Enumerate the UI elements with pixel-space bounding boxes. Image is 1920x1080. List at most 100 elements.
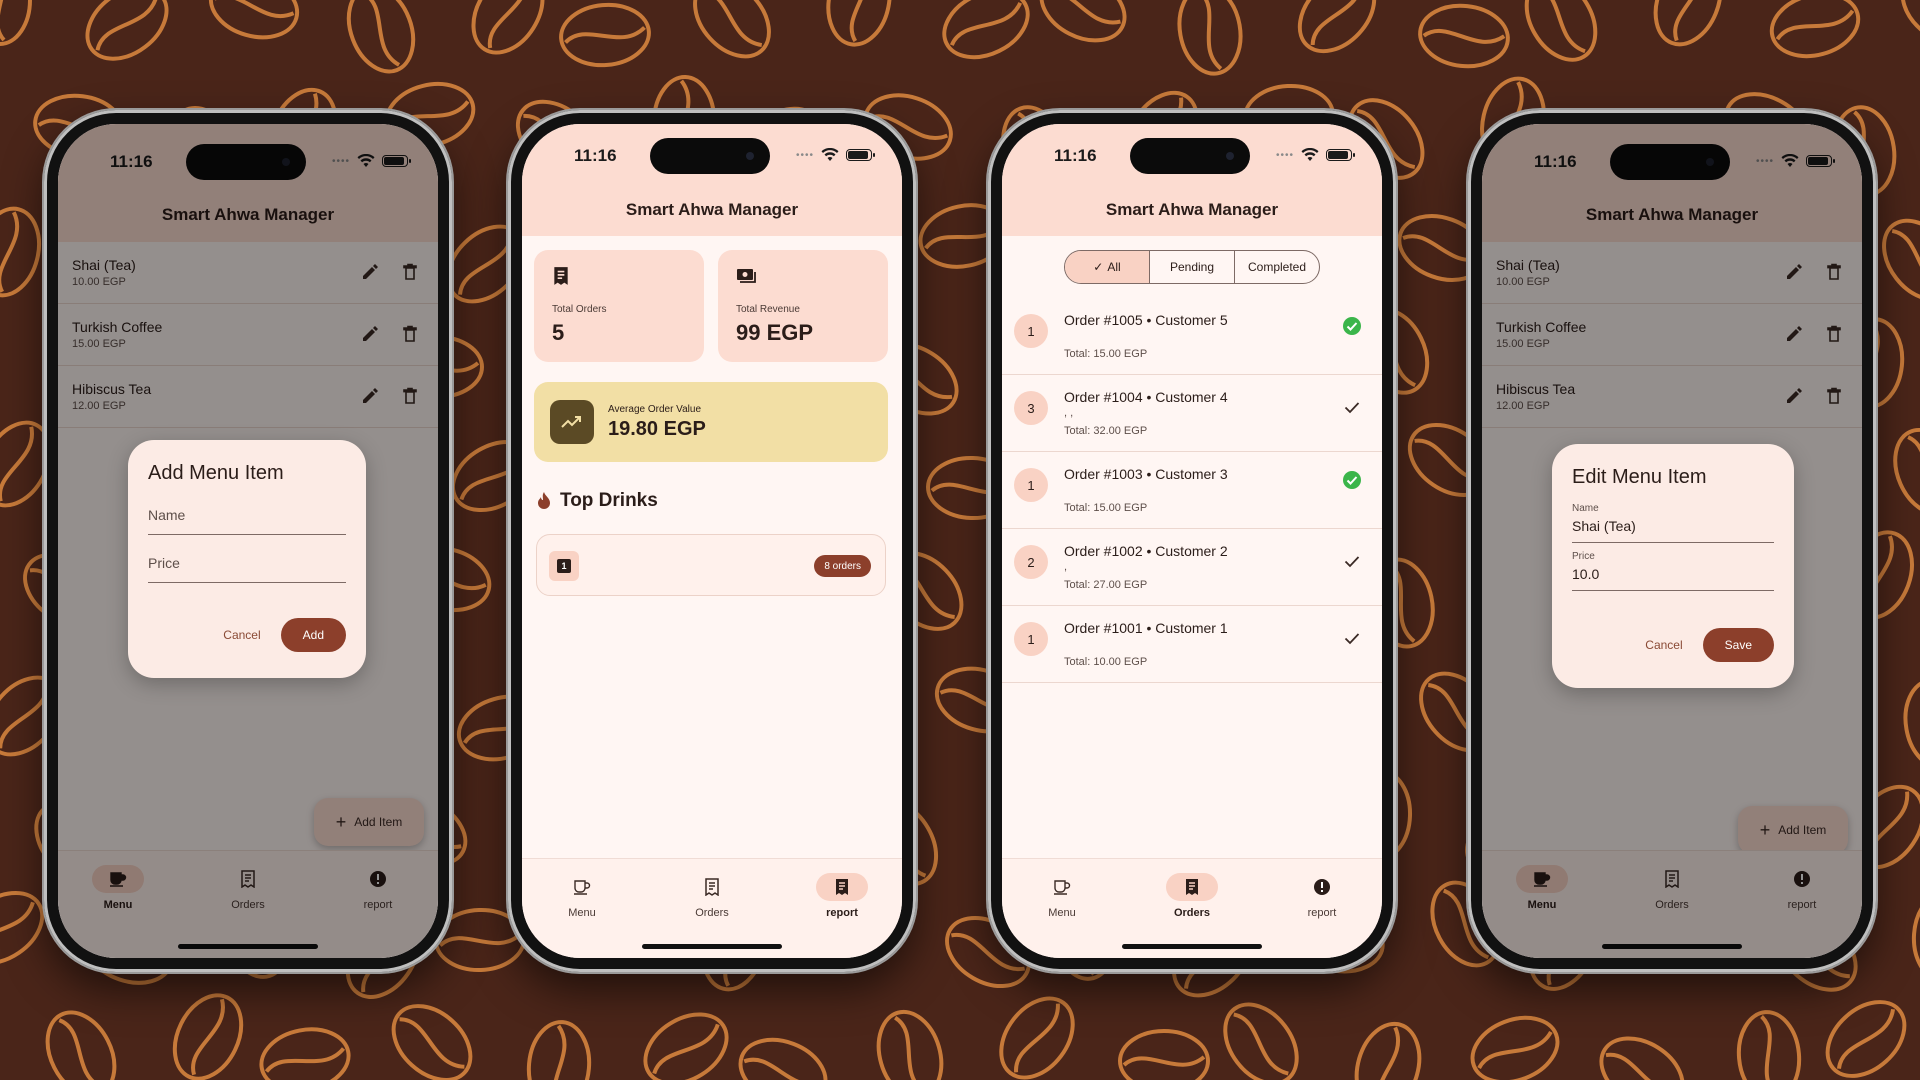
- nav-orders[interactable]: Orders: [193, 865, 303, 911]
- nav-report[interactable]: report: [1267, 873, 1377, 919]
- wifi-icon: [357, 154, 375, 167]
- dynamic-island: [186, 144, 306, 180]
- total-orders-card: Total Orders 5: [534, 250, 704, 362]
- battery-icon: [846, 149, 875, 161]
- filter-all[interactable]: ✓ All: [1065, 251, 1150, 283]
- coffee-bean-84: [1880, 417, 1920, 527]
- order-total: Total: 32.00 EGP: [1064, 425, 1148, 437]
- bottom-nav: Menu Orders report: [1002, 858, 1382, 958]
- coffee-bean-154: [162, 984, 255, 1080]
- nav-orders[interactable]: Orders: [657, 873, 767, 919]
- mark-complete-check-icon[interactable]: [1342, 397, 1362, 417]
- nav-label: Menu: [568, 907, 596, 919]
- nav-orders[interactable]: Orders: [1137, 873, 1247, 919]
- orders-list: 1 Order #1005 • Customer 5 Total: 15.00 EG…: [1002, 298, 1382, 683]
- top-drink-item[interactable]: 1 8 orders: [536, 534, 886, 596]
- edit-icon[interactable]: [360, 386, 380, 406]
- edit-icon[interactable]: [1784, 324, 1804, 344]
- phone-menu-add: Smart Ahwa Manager 11:16 •••• Shai (Tea)…: [44, 110, 452, 972]
- filter-completed[interactable]: Completed: [1235, 251, 1319, 283]
- nav-label: Orders: [695, 907, 729, 919]
- delete-icon[interactable]: [400, 324, 420, 344]
- app-title: Smart Ahwa Manager: [625, 200, 799, 219]
- nav-label: report: [1307, 907, 1337, 919]
- mark-complete-check-icon[interactable]: [1342, 628, 1362, 648]
- coffee-cup-icon: [556, 873, 608, 901]
- order-row[interactable]: 1 Order #1001 • Customer 1 Total: 10.00 EG…: [1002, 606, 1382, 683]
- add-item-fab[interactable]: + Add Item: [314, 798, 424, 846]
- nav-report[interactable]: report: [323, 865, 433, 911]
- order-row[interactable]: 2 Order #1002 • Customer 2, Total: 27.00 E…: [1002, 529, 1382, 606]
- name-input[interactable]: Name: [148, 501, 346, 535]
- coffee-bean-50: [1867, 204, 1920, 316]
- nav-menu[interactable]: Menu: [63, 865, 173, 911]
- home-indicator: [178, 944, 318, 949]
- completed-check-icon[interactable]: [1342, 470, 1362, 490]
- add-item-fab[interactable]: + Add Item: [1738, 806, 1848, 854]
- edit-icon[interactable]: [360, 262, 380, 282]
- total-revenue-label: Total Revenue: [736, 304, 800, 315]
- edit-icon[interactable]: [360, 324, 380, 344]
- menu-item-row[interactable]: Shai (Tea) 10.00 EGP: [1482, 242, 1862, 304]
- menu-item-row[interactable]: Hibiscus Tea 12.00 EGP: [1482, 366, 1862, 428]
- order-row[interactable]: 3 Order #1004 • Customer 4 , , Total: 32.00…: [1002, 375, 1382, 452]
- delete-icon[interactable]: [1824, 324, 1844, 344]
- rank-badge: 1: [549, 551, 579, 581]
- filter-label: Completed: [1247, 260, 1307, 274]
- name-field[interactable]: Name Shai (Tea): [1572, 503, 1774, 543]
- bottom-nav: Menu Orders report: [58, 850, 438, 958]
- menu-item-row[interactable]: Turkish Coffee 15.00 EGP: [1482, 304, 1862, 366]
- delete-icon[interactable]: [1824, 262, 1844, 282]
- coffee-bean-15: [1762, 0, 1868, 68]
- receipt-icon: [1166, 873, 1218, 901]
- receipt-icon: [222, 865, 274, 893]
- report-content: Total Orders 5 Total Revenue 99 EGP Aver…: [522, 236, 902, 876]
- edit-icon[interactable]: [1784, 262, 1804, 282]
- top-drinks-header: Top Drinks: [536, 490, 658, 512]
- coffee-bean-14: [1641, 0, 1735, 57]
- delete-icon[interactable]: [1824, 386, 1844, 406]
- nav-orders[interactable]: Orders: [1617, 865, 1727, 911]
- receipt-icon: [1646, 865, 1698, 893]
- filter-pending[interactable]: Pending: [1150, 251, 1235, 283]
- order-quantity: 1: [1014, 622, 1048, 656]
- dialog-title: Add Menu Item: [148, 462, 284, 484]
- nav-menu[interactable]: Menu: [527, 873, 637, 919]
- battery-icon: [1806, 155, 1835, 167]
- add-button[interactable]: Add: [280, 618, 346, 652]
- menu-item-row[interactable]: Hibiscus Tea 12.00 EGP: [58, 366, 438, 428]
- coffee-bean-0: [0, 0, 32, 46]
- coffee-bean-11: [1283, 0, 1391, 68]
- nav-menu[interactable]: Menu: [1007, 873, 1117, 919]
- order-row[interactable]: 1 Order #1005 • Customer 5 Total: 15.00 EG…: [1002, 298, 1382, 375]
- app-title: Smart Ahwa Manager: [1585, 205, 1759, 224]
- menu-item-row[interactable]: Shai (Tea) 10.00 EGP: [58, 242, 438, 304]
- cancel-button[interactable]: Cancel: [223, 628, 260, 642]
- nav-menu[interactable]: Menu: [1487, 865, 1597, 911]
- nav-report[interactable]: report: [1747, 865, 1857, 911]
- coffee-bean-166: [1586, 1022, 1698, 1080]
- order-total: Total: 15.00 EGP: [1064, 502, 1148, 514]
- delete-icon[interactable]: [400, 386, 420, 406]
- coffee-bean-163: [1208, 988, 1314, 1080]
- edit-icon[interactable]: [1784, 386, 1804, 406]
- save-button[interactable]: Save: [1702, 628, 1774, 662]
- status-icons: ••••: [796, 148, 875, 162]
- completed-check-icon[interactable]: [1342, 316, 1362, 336]
- delete-icon[interactable]: [400, 262, 420, 282]
- order-row[interactable]: 1 Order #1003 • Customer 3 Total: 15.00 EG…: [1002, 452, 1382, 529]
- mark-complete-check-icon[interactable]: [1342, 551, 1362, 571]
- price-input[interactable]: Price: [148, 549, 346, 583]
- coffee-bean-6: [678, 0, 786, 73]
- nav-report[interactable]: report: [787, 873, 897, 919]
- wifi-icon: [1781, 154, 1799, 167]
- cancel-button[interactable]: Cancel: [1645, 638, 1682, 652]
- nav-label: Orders: [1173, 907, 1211, 919]
- coffee-bean-13: [1510, 0, 1612, 75]
- status-time: 11:16: [1054, 146, 1097, 165]
- fire-icon: [538, 492, 550, 509]
- menu-item-price: 12.00 EGP: [72, 400, 126, 412]
- price-field[interactable]: Price 10.0: [1572, 551, 1774, 591]
- bottom-nav: Menu Orders report: [1482, 850, 1862, 958]
- menu-item-row[interactable]: Turkish Coffee 15.00 EGP: [58, 304, 438, 366]
